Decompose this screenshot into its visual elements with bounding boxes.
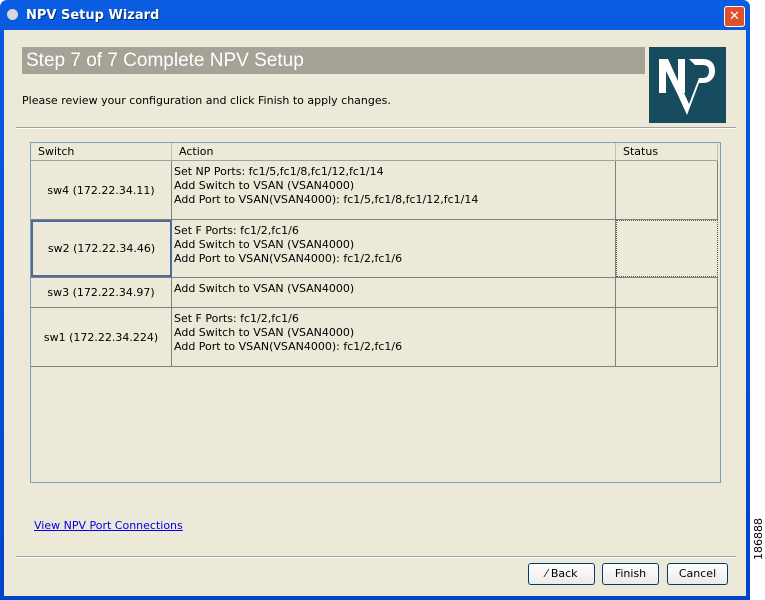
back-label: Back xyxy=(550,567,578,580)
wizard-content: Step 7 of 7 Complete NPV Setup Please re… xyxy=(4,30,746,596)
action-cell: Set NP Ports: fc1/5,fc1/8,fc1/12,fc1/14 … xyxy=(172,161,616,219)
close-button[interactable]: ✕ xyxy=(724,6,745,27)
instruction-text: Please review your configuration and cli… xyxy=(22,94,391,107)
action-line: Add Port to VSAN(VSAN4000): fc1/2,fc1/6 xyxy=(174,252,403,265)
app-icon xyxy=(7,9,18,20)
action-line: Set NP Ports: fc1/5,fc1/8,fc1/12,fc1/14 xyxy=(174,165,384,178)
action-line: Add Switch to VSAN (VSAN4000) xyxy=(174,326,355,339)
table-row[interactable]: sw4 (172.22.34.11) Set NP Ports: fc1/5,f… xyxy=(31,161,718,220)
status-cell xyxy=(616,308,718,366)
wizard-window: NPV Setup Wizard ✕ Step 7 of 7 Complete … xyxy=(0,0,750,600)
npv-logo xyxy=(649,47,726,123)
summary-table: Switch Action Status sw4 (172.22.34.11) … xyxy=(30,142,721,483)
view-npv-port-connections-link[interactable]: View NPV Port Connections xyxy=(34,519,183,532)
title-bar: NPV Setup Wizard ✕ xyxy=(0,0,750,30)
column-header-action[interactable]: Action xyxy=(172,143,616,161)
action-cell: Add Switch to VSAN (VSAN4000) xyxy=(172,278,616,307)
column-header-status[interactable]: Status xyxy=(616,143,718,161)
back-button[interactable]: ⁄ Back xyxy=(528,563,595,585)
action-line: Set F Ports: fc1/2,fc1/6 xyxy=(174,312,299,325)
action-line: Add Port to VSAN(VSAN4000): fc1/5,fc1/8,… xyxy=(174,193,479,206)
action-cell: Set F Ports: fc1/2,fc1/6 Add Switch to V… xyxy=(172,308,616,366)
table-row-selected[interactable]: sw2 (172.22.34.46) Set F Ports: fc1/2,fc… xyxy=(31,220,718,278)
switch-cell: sw4 (172.22.34.11) xyxy=(31,161,172,219)
action-line: Add Port to VSAN(VSAN4000): fc1/2,fc1/6 xyxy=(174,340,403,353)
finish-button[interactable]: Finish xyxy=(602,563,659,585)
figure-id: 186888 xyxy=(752,518,765,560)
switch-cell: sw1 (172.22.34.224) xyxy=(31,308,172,366)
action-line: Add Switch to VSAN (VSAN4000) xyxy=(174,179,355,192)
table-row[interactable]: sw3 (172.22.34.97) Add Switch to VSAN (V… xyxy=(31,278,718,308)
switch-cell: sw2 (172.22.34.46) xyxy=(31,220,172,277)
separator xyxy=(16,556,736,558)
separator xyxy=(16,127,736,129)
action-cell: Set F Ports: fc1/2,fc1/6 Add Switch to V… xyxy=(172,220,616,277)
window-title: NPV Setup Wizard xyxy=(26,8,160,23)
column-header-switch[interactable]: Switch xyxy=(31,143,172,161)
action-line: Add Switch to VSAN (VSAN4000) xyxy=(174,282,355,295)
status-cell xyxy=(616,220,718,277)
cancel-button[interactable]: Cancel xyxy=(667,563,728,585)
status-cell xyxy=(616,278,718,307)
switch-cell: sw3 (172.22.34.97) xyxy=(31,278,172,307)
action-line: Set F Ports: fc1/2,fc1/6 xyxy=(174,224,299,237)
status-cell xyxy=(616,161,718,219)
action-line: Add Switch to VSAN (VSAN4000) xyxy=(174,238,355,251)
step-title: Step 7 of 7 Complete NPV Setup xyxy=(22,47,645,74)
table-row[interactable]: sw1 (172.22.34.224) Set F Ports: fc1/2,f… xyxy=(31,308,718,367)
